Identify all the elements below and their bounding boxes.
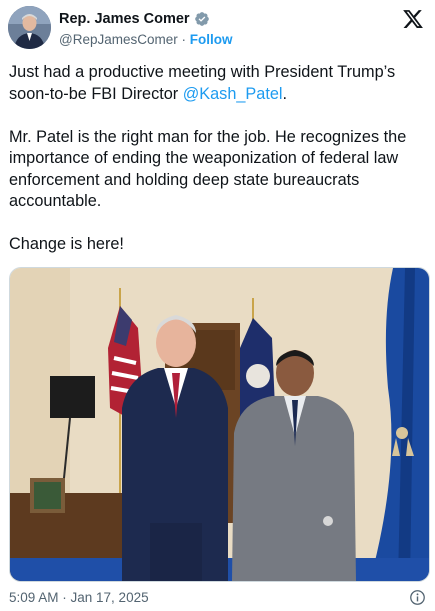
info-icon[interactable] [409,589,426,606]
tweet-timestamp[interactable]: 5:09 AM · Jan 17, 2025 [9,590,149,605]
tweet-card: Rep. James Comer @RepJamesComer · Follow… [0,0,435,611]
author-avatar[interactable] [8,6,51,49]
tweet-header: Rep. James Comer @RepJamesComer · Follow [8,6,428,52]
tweet-text-segment: . [282,84,288,103]
handle-separator: · [177,32,190,47]
tweet-paragraph-2: Mr. Patel is the right man for the job. … [9,127,407,211]
tweet-text: Just had a productive meeting with Presi… [9,62,424,277]
mention-link[interactable]: @Kash_Patel [183,85,283,103]
author-handle[interactable]: @RepJamesComer [59,32,178,47]
tweet-footer: 5:09 AM · Jan 17, 2025 [9,589,428,607]
follow-button[interactable]: Follow [190,32,233,47]
author-name-row: Rep. James Comer [59,11,210,27]
tweet-paragraph-1: Just had a productive meeting with Presi… [9,62,424,105]
author-handle-row: @RepJamesComer · Follow [59,32,233,47]
author-name[interactable]: Rep. James Comer [59,11,190,27]
tweet-photo[interactable] [9,267,430,582]
x-logo-icon[interactable] [402,8,424,30]
tweet-paragraph-3: Change is here! [9,235,124,253]
verified-badge-icon [194,12,209,26]
